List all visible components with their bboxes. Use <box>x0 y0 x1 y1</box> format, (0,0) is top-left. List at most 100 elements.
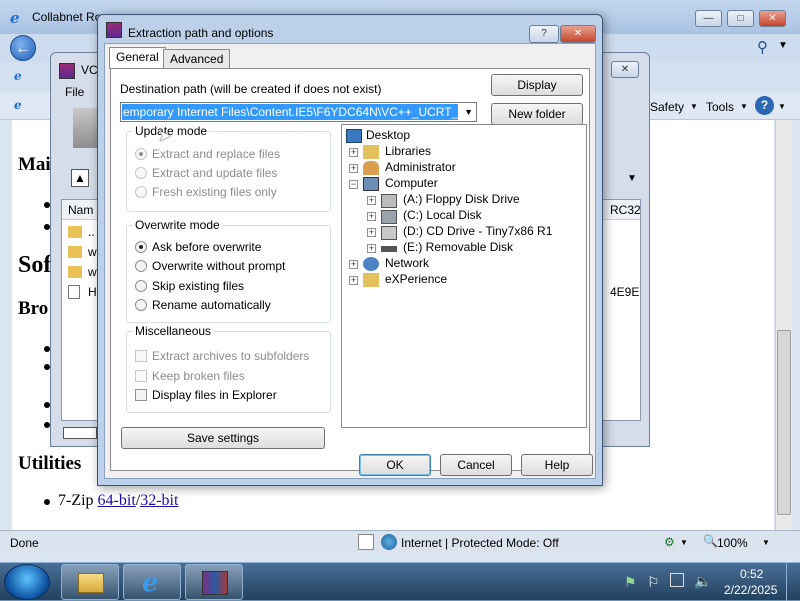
radio-button[interactable] <box>135 241 147 253</box>
folder-icon <box>68 246 82 258</box>
volume-icon[interactable]: 🔈 <box>694 573 711 590</box>
winrar-close-button[interactable]: ✕ <box>611 61 639 78</box>
help-button[interactable]: Help <box>521 454 593 476</box>
radio-button[interactable] <box>135 280 147 292</box>
flag-icon[interactable]: ⚐ <box>647 574 660 591</box>
radio-extract-replace[interactable]: Extract and replace files <box>135 146 325 162</box>
expand-icon[interactable]: + <box>367 212 376 221</box>
clock-date[interactable]: 2/22/2025 <box>724 583 777 597</box>
cancel-button[interactable]: Cancel <box>440 454 512 476</box>
dialog-help-icon[interactable]: ? <box>529 25 559 43</box>
help-dropdown-icon[interactable]: ▼ <box>778 102 786 111</box>
winrar-title: VC <box>81 63 98 77</box>
expand-icon[interactable]: + <box>367 244 376 253</box>
ie-icon: e <box>142 568 159 598</box>
radio-extract-update[interactable]: Extract and update files <box>135 165 325 181</box>
minimize-button[interactable]: — <box>695 10 722 27</box>
blocked-icon[interactable] <box>358 534 374 550</box>
tools-dropdown-icon[interactable]: ▼ <box>740 102 748 111</box>
tab-general[interactable]: General <box>109 47 166 69</box>
desktop-icon <box>346 129 362 143</box>
radio-ask-before-overwrite[interactable]: Ask before overwrite <box>135 239 325 255</box>
show-desktop-button[interactable] <box>786 563 800 601</box>
link-64bit[interactable]: 64-bit <box>98 492 136 509</box>
maximize-button[interactable]: □ <box>727 10 754 27</box>
checkbox-extract-subfolders[interactable]: Extract archives to subfolders <box>135 348 325 364</box>
overwrite-mode-title: Overwrite mode <box>133 218 222 232</box>
radio-rename-automatically[interactable]: Rename automatically <box>135 297 325 313</box>
tab-icon[interactable]: e <box>14 98 22 112</box>
checkbox[interactable] <box>135 389 147 401</box>
expand-icon[interactable]: + <box>349 276 358 285</box>
taskbar-ie[interactable]: e <box>123 564 181 600</box>
heading-maintenance: Mai <box>18 154 51 175</box>
clock-time[interactable]: 0:52 <box>740 567 763 581</box>
search-icon[interactable]: ⚲ <box>757 38 768 56</box>
checkbox-keep-broken[interactable]: Keep broken files <box>135 368 325 384</box>
menu-file[interactable]: File <box>65 85 84 99</box>
tree-label: (D:) CD Drive - Tiny7x86 R1 <box>403 224 553 238</box>
display-button[interactable]: Display <box>491 74 583 96</box>
expand-icon[interactable]: + <box>349 148 358 157</box>
radio-overwrite-without-prompt[interactable]: Overwrite without prompt <box>135 258 325 274</box>
save-settings-button[interactable]: Save settings <box>121 427 325 449</box>
back-button[interactable]: ← <box>10 35 36 61</box>
expand-icon[interactable]: + <box>349 260 358 269</box>
zoom-icon: 🔍 <box>703 534 718 548</box>
radio-button[interactable] <box>135 167 147 179</box>
radio-skip-existing[interactable]: Skip existing files <box>135 278 325 294</box>
list-item-label: .. <box>88 225 95 239</box>
expand-icon[interactable]: + <box>367 196 376 205</box>
security-zone[interactable]: Internet | Protected Mode: Off <box>401 536 559 550</box>
scrollbar-thumb[interactable] <box>777 330 791 515</box>
start-button[interactable] <box>4 564 50 600</box>
status-bar: Done Internet | Protected Mode: Off ⚙ ▼ … <box>0 530 800 554</box>
radio-button[interactable] <box>135 148 147 160</box>
taskbar-explorer[interactable] <box>61 564 119 600</box>
radio-label: Ask before overwrite <box>152 240 262 254</box>
checkbox[interactable] <box>135 370 147 382</box>
help-icon[interactable]: ? <box>755 96 774 115</box>
ie-icon: e <box>10 9 20 27</box>
folder-tree[interactable]: Desktop + Libraries + Administrator − Co… <box>341 124 587 428</box>
action-center-icon[interactable]: ⚑ <box>624 574 637 591</box>
radio-button[interactable] <box>135 299 147 311</box>
column-crc32[interactable]: RC32 <box>610 203 641 217</box>
radio-button[interactable] <box>135 260 147 272</box>
taskbar-winrar[interactable] <box>185 564 243 600</box>
tools-menu[interactable]: Tools <box>706 100 734 114</box>
status-text: Done <box>10 536 39 550</box>
checkbox-display-in-explorer[interactable]: Display files in Explorer <box>135 387 325 403</box>
zone-dropdown-icon[interactable]: ▼ <box>680 538 688 547</box>
network-tray-icon[interactable] <box>670 573 684 587</box>
tab-advanced[interactable]: Advanced <box>163 49 231 69</box>
radio-fresh-existing[interactable]: Fresh existing files only <box>135 184 325 200</box>
ok-button[interactable]: OK <box>359 454 431 476</box>
link-32bit[interactable]: 32-bit <box>140 492 178 509</box>
file-icon <box>68 285 80 299</box>
protected-mode-icon[interactable]: ⚙ <box>664 535 675 549</box>
chevron-down-icon[interactable]: ▼ <box>464 107 473 117</box>
dialog-close-button[interactable]: ✕ <box>560 25 596 43</box>
radio-label: Skip existing files <box>152 279 245 293</box>
radio-button[interactable] <box>135 186 147 198</box>
vertical-scrollbar[interactable] <box>775 120 792 530</box>
checkbox[interactable] <box>135 350 147 362</box>
close-button[interactable]: ✕ <box>759 10 786 27</box>
new-folder-button[interactable]: New folder <box>491 103 583 125</box>
expand-icon[interactable]: + <box>349 164 358 173</box>
up-folder-button[interactable]: ▲ <box>71 169 89 187</box>
favorites-icon[interactable]: e <box>14 69 22 83</box>
collapse-icon[interactable]: − <box>349 180 358 189</box>
column-name[interactable]: Nam <box>68 203 93 217</box>
safety-dropdown-icon[interactable]: ▼ <box>690 102 698 111</box>
search-dropdown-icon[interactable]: ▼ <box>778 40 788 51</box>
zoom-level[interactable]: 100% <box>717 536 748 550</box>
update-mode-group: Update mode Extract and replace files Ex… <box>126 124 331 212</box>
zoom-dropdown-icon[interactable]: ▼ <box>762 538 770 547</box>
destination-path-value[interactable]: emporary Internet Files\Content.IE5\F6YD… <box>122 104 458 120</box>
destination-path-combo[interactable]: emporary Internet Files\Content.IE5\F6YD… <box>120 102 477 122</box>
expand-icon[interactable]: + <box>367 228 376 237</box>
path-dropdown-icon[interactable]: ▼ <box>627 173 637 184</box>
safety-menu[interactable]: Safety <box>650 100 684 114</box>
